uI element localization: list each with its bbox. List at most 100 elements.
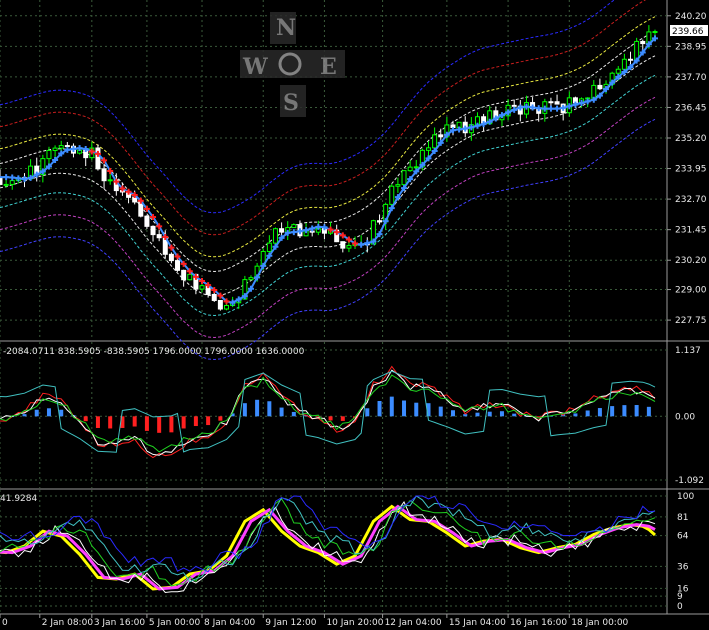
histogram-bar [414, 402, 419, 417]
histogram-bar [157, 416, 162, 433]
price-tick-label: 231.45 [675, 226, 707, 236]
histogram-bar [646, 406, 651, 417]
indicator-2-header: 41.9284 [0, 494, 37, 504]
histogram-bar [22, 414, 27, 417]
candle-body [591, 84, 597, 99]
candle-body [438, 134, 444, 138]
histogram-bar [218, 416, 223, 421]
indicator-2-tick-label: 0 [677, 602, 683, 612]
price-tick-label: 227.75 [675, 316, 707, 326]
histogram-bar [255, 399, 260, 417]
price-tick-label: 236.45 [675, 103, 707, 113]
indicator-2-tick-label: 100 [677, 492, 694, 502]
histogram-bar [95, 416, 100, 428]
candle-body [9, 180, 15, 185]
candle-body [248, 277, 254, 281]
price-tick-label: 229.00 [675, 286, 707, 296]
candle-body [217, 299, 223, 310]
candle-body [144, 215, 150, 227]
time-tick-label: 8 Jan 04:00 [204, 618, 256, 628]
indicator-1-tick-label: -1.092 [675, 476, 704, 486]
indicator-1-panel [0, 342, 667, 488]
candle-body [291, 224, 297, 229]
indicator-1-header: -2084.0711 838.5905 -838.5905 1796.0000 … [3, 347, 305, 357]
time-tick-label: 18 Jan 00:00 [571, 618, 628, 628]
histogram-bar [169, 416, 174, 433]
time-tick-label: 12 Jan 04:00 [385, 618, 442, 628]
candle-body [156, 234, 162, 239]
trading-chart: N W E S 240.20 238.95 237.70 236.45 235.20 23… [0, 0, 709, 628]
candle-body [46, 149, 52, 160]
histogram-bar [59, 409, 64, 417]
histogram-bar [34, 409, 39, 417]
price-tick-label: 238.95 [675, 42, 707, 52]
candle-body [511, 104, 517, 107]
histogram-bar [622, 405, 627, 417]
histogram-bar [438, 406, 443, 417]
candle-body [107, 179, 113, 182]
candle-body [101, 168, 107, 182]
candle-body [395, 184, 401, 187]
time-tick-label: 3 Jan 16:00 [94, 618, 146, 628]
histogram-bar [389, 396, 394, 417]
time-axis: 0 2 Jan 08:00 3 Jan 16:00 5 Jan 00:00 8 Jan … [0, 614, 629, 628]
indicator-2-tick-label: 9 [677, 592, 683, 602]
histogram-bar [144, 416, 149, 431]
candle-body [175, 260, 181, 271]
histogram-bar [83, 416, 88, 422]
candle-body [168, 253, 174, 262]
histogram-bar [585, 410, 590, 417]
candle-body [223, 305, 229, 310]
candle-body [407, 166, 413, 172]
candle-body [150, 225, 156, 236]
indicator-1-tick-label: 0.00 [675, 412, 695, 422]
price-tick-label: 235.20 [675, 134, 707, 144]
indicator-2-tick-label: 64 [677, 532, 689, 542]
candle-body [181, 269, 187, 281]
histogram-bar [291, 411, 296, 417]
histogram-bar [206, 416, 211, 426]
histogram-bar [610, 406, 615, 417]
current-price-label: 239.66 [672, 27, 704, 37]
candle-body [211, 293, 217, 301]
candle-body [401, 170, 407, 186]
histogram-bar [340, 416, 345, 421]
candle-body [377, 220, 383, 223]
candle-body [187, 273, 193, 281]
histogram-bar [402, 400, 407, 417]
histogram-bar [267, 401, 272, 417]
time-tick-label: 0 [2, 618, 8, 628]
candle-body [389, 185, 395, 205]
candle-body [52, 147, 58, 151]
logo-letter-s: S [283, 90, 299, 116]
time-tick-label: 10 Jan 20:00 [326, 618, 383, 628]
price-tick-label: 233.95 [675, 165, 707, 175]
candle-body [640, 40, 646, 45]
histogram-bar [475, 412, 480, 417]
candle-body [199, 285, 205, 290]
candle-body [3, 183, 9, 186]
candle-body [266, 242, 272, 252]
histogram-bar [242, 403, 247, 417]
histogram-bar [365, 408, 370, 417]
candle-body [652, 31, 658, 34]
candle-body [450, 124, 456, 129]
candle-body [554, 101, 560, 105]
logo-letter-e: E [320, 54, 337, 80]
price-tick-label: 230.20 [675, 256, 707, 266]
time-tick-label: 5 Jan 00:00 [149, 618, 201, 628]
histogram-bar [573, 413, 578, 417]
histogram-bar [193, 416, 198, 427]
histogram-bar [450, 410, 455, 417]
candle-body [64, 145, 70, 148]
time-tick-label: 15 Jan 04:00 [449, 618, 506, 628]
logo-letter-w: W [242, 54, 268, 80]
indicator-1-axis: 1.137 0.00 -1.092 [675, 346, 704, 486]
histogram-bar [108, 416, 113, 429]
indicator-2-tick-label: 36 [677, 562, 689, 572]
time-tick-label: 2 Jan 08:00 [42, 618, 94, 628]
histogram-bar [46, 408, 51, 417]
price-tick-label: 237.70 [675, 73, 707, 83]
indicator-2-panel [0, 490, 667, 614]
histogram-bar [499, 411, 504, 417]
